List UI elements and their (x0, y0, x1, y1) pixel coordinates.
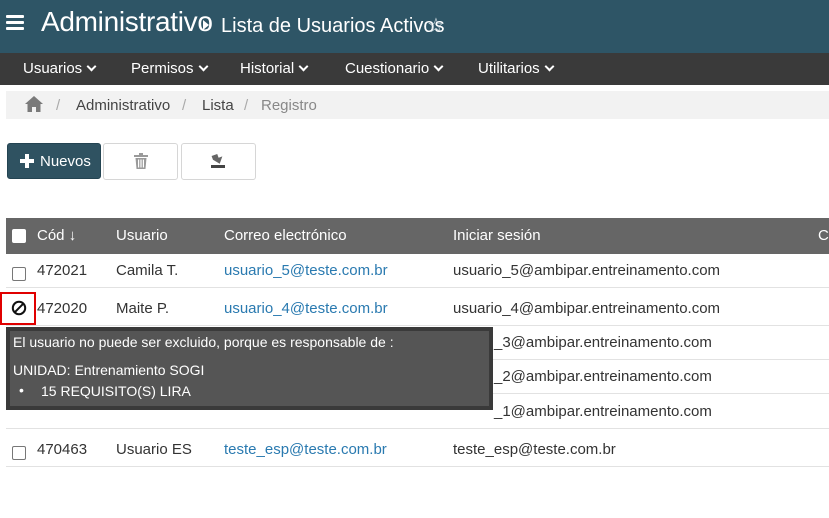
bullet-icon: • (19, 382, 24, 398)
column-login-header[interactable]: Iniciar sesión (453, 227, 541, 244)
menu-label: Historial (240, 60, 295, 77)
plus-icon (20, 154, 34, 168)
table-header: Cód ↓ Usuario Correo electrónico Iniciar… (6, 218, 829, 254)
column-email-header[interactable]: Correo electrónico (224, 227, 347, 244)
export-button[interactable] (181, 143, 256, 180)
row-login: _3@ambipar.entreinamento.com (494, 334, 712, 351)
delete-button[interactable] (103, 143, 178, 180)
trash-icon (134, 153, 148, 169)
breadcrumb-separator: / (244, 97, 249, 114)
hamburger-menu-icon[interactable] (6, 15, 24, 33)
menu-label: Permisos (131, 60, 194, 77)
chevron-down-icon (298, 61, 309, 72)
app-title[interactable]: Administrativo (41, 6, 213, 38)
chevron-down-icon (433, 61, 444, 72)
menu-utilitarios[interactable]: Utilitarios (478, 53, 555, 85)
row-code: 472021 (37, 262, 88, 279)
home-icon[interactable] (24, 95, 44, 113)
new-button[interactable]: Nuevos (7, 143, 101, 179)
column-next-header[interactable]: C (818, 227, 829, 244)
star-icon[interactable]: ☆ (427, 13, 445, 38)
menu-label: Utilitarios (478, 60, 540, 77)
export-icon (211, 153, 225, 168)
row-login: usuario_5@ambipar.entreinamento.com (453, 262, 721, 279)
new-button-label: Nuevos (40, 153, 91, 170)
row-login: teste_esp@teste.com.br (453, 441, 616, 458)
tooltip-message: El usuario no puede ser excluido, porque… (13, 334, 394, 350)
breadcrumb-lista[interactable]: Lista (202, 97, 234, 114)
menu-permisos[interactable]: Permisos (131, 53, 208, 85)
tooltip: El usuario no puede ser excluido, porque… (6, 327, 493, 410)
sort-desc-icon: ↓ (68, 227, 77, 244)
menu-label: Usuarios (23, 60, 83, 77)
chevron-down-icon (198, 61, 208, 72)
row-login: _1@ambipar.entreinamento.com (494, 403, 712, 420)
row-email-link[interactable]: usuario_4@teste.com.br (224, 300, 388, 317)
breadcrumb-separator: / (56, 97, 61, 114)
row-code: 470463 (37, 441, 88, 458)
row-email-link[interactable]: usuario_5@teste.com.br (224, 262, 388, 279)
breadcrumb-separator: / (182, 97, 187, 114)
column-code-header[interactable]: Cód ↓ (37, 227, 76, 244)
row-email-link[interactable]: teste_esp@teste.com.br (224, 441, 387, 458)
menu-cuestionario[interactable]: Cuestionario (345, 53, 444, 85)
ban-icon[interactable] (11, 300, 27, 316)
caret-right-icon (203, 20, 209, 30)
row-checkbox[interactable] (12, 446, 26, 460)
breadcrumb: / Administrativo / Lista / Registro (6, 91, 829, 119)
row-user: Usuario ES (116, 441, 192, 458)
breadcrumb-administrativo[interactable]: Administrativo (76, 97, 170, 114)
row-user: Camila T. (116, 262, 179, 279)
table-row[interactable]: 470463 Usuario ES teste_esp@teste.com.br… (6, 433, 829, 467)
row-login: usuario_4@ambipar.entreinamento.com (453, 300, 721, 317)
chevron-down-icon (544, 61, 555, 72)
column-header-label: Cód (37, 227, 65, 244)
menu-label: Cuestionario (345, 60, 430, 77)
column-user-header[interactable]: Usuario (116, 227, 168, 244)
row-user: Maite P. (116, 300, 170, 317)
row-code: 472020 (37, 300, 88, 317)
menu-historial[interactable]: Historial (240, 53, 309, 85)
breadcrumb-registro: Registro (261, 97, 317, 114)
main-menu: Usuarios Permisos Historial Cuestionario… (0, 53, 829, 85)
menu-usuarios[interactable]: Usuarios (23, 53, 97, 85)
table-row[interactable]: 472021 Camila T. usuario_5@teste.com.br … (6, 254, 829, 288)
app-header: Administrativo Lista de Usuarios Activos… (0, 0, 829, 53)
chevron-down-icon (86, 61, 97, 72)
select-all-checkbox[interactable] (12, 229, 26, 243)
page-title: Lista de Usuarios Activos (221, 15, 445, 37)
tooltip-unit: UNIDAD: Entrenamiento SOGI (13, 362, 205, 378)
tooltip-item: 15 REQUISITO(S) LIRA (41, 383, 191, 399)
table-row[interactable]: 472020 Maite P. usuario_4@teste.com.br u… (6, 292, 829, 326)
row-checkbox[interactable] (12, 267, 26, 281)
row-login: _2@ambipar.entreinamento.com (494, 368, 712, 385)
